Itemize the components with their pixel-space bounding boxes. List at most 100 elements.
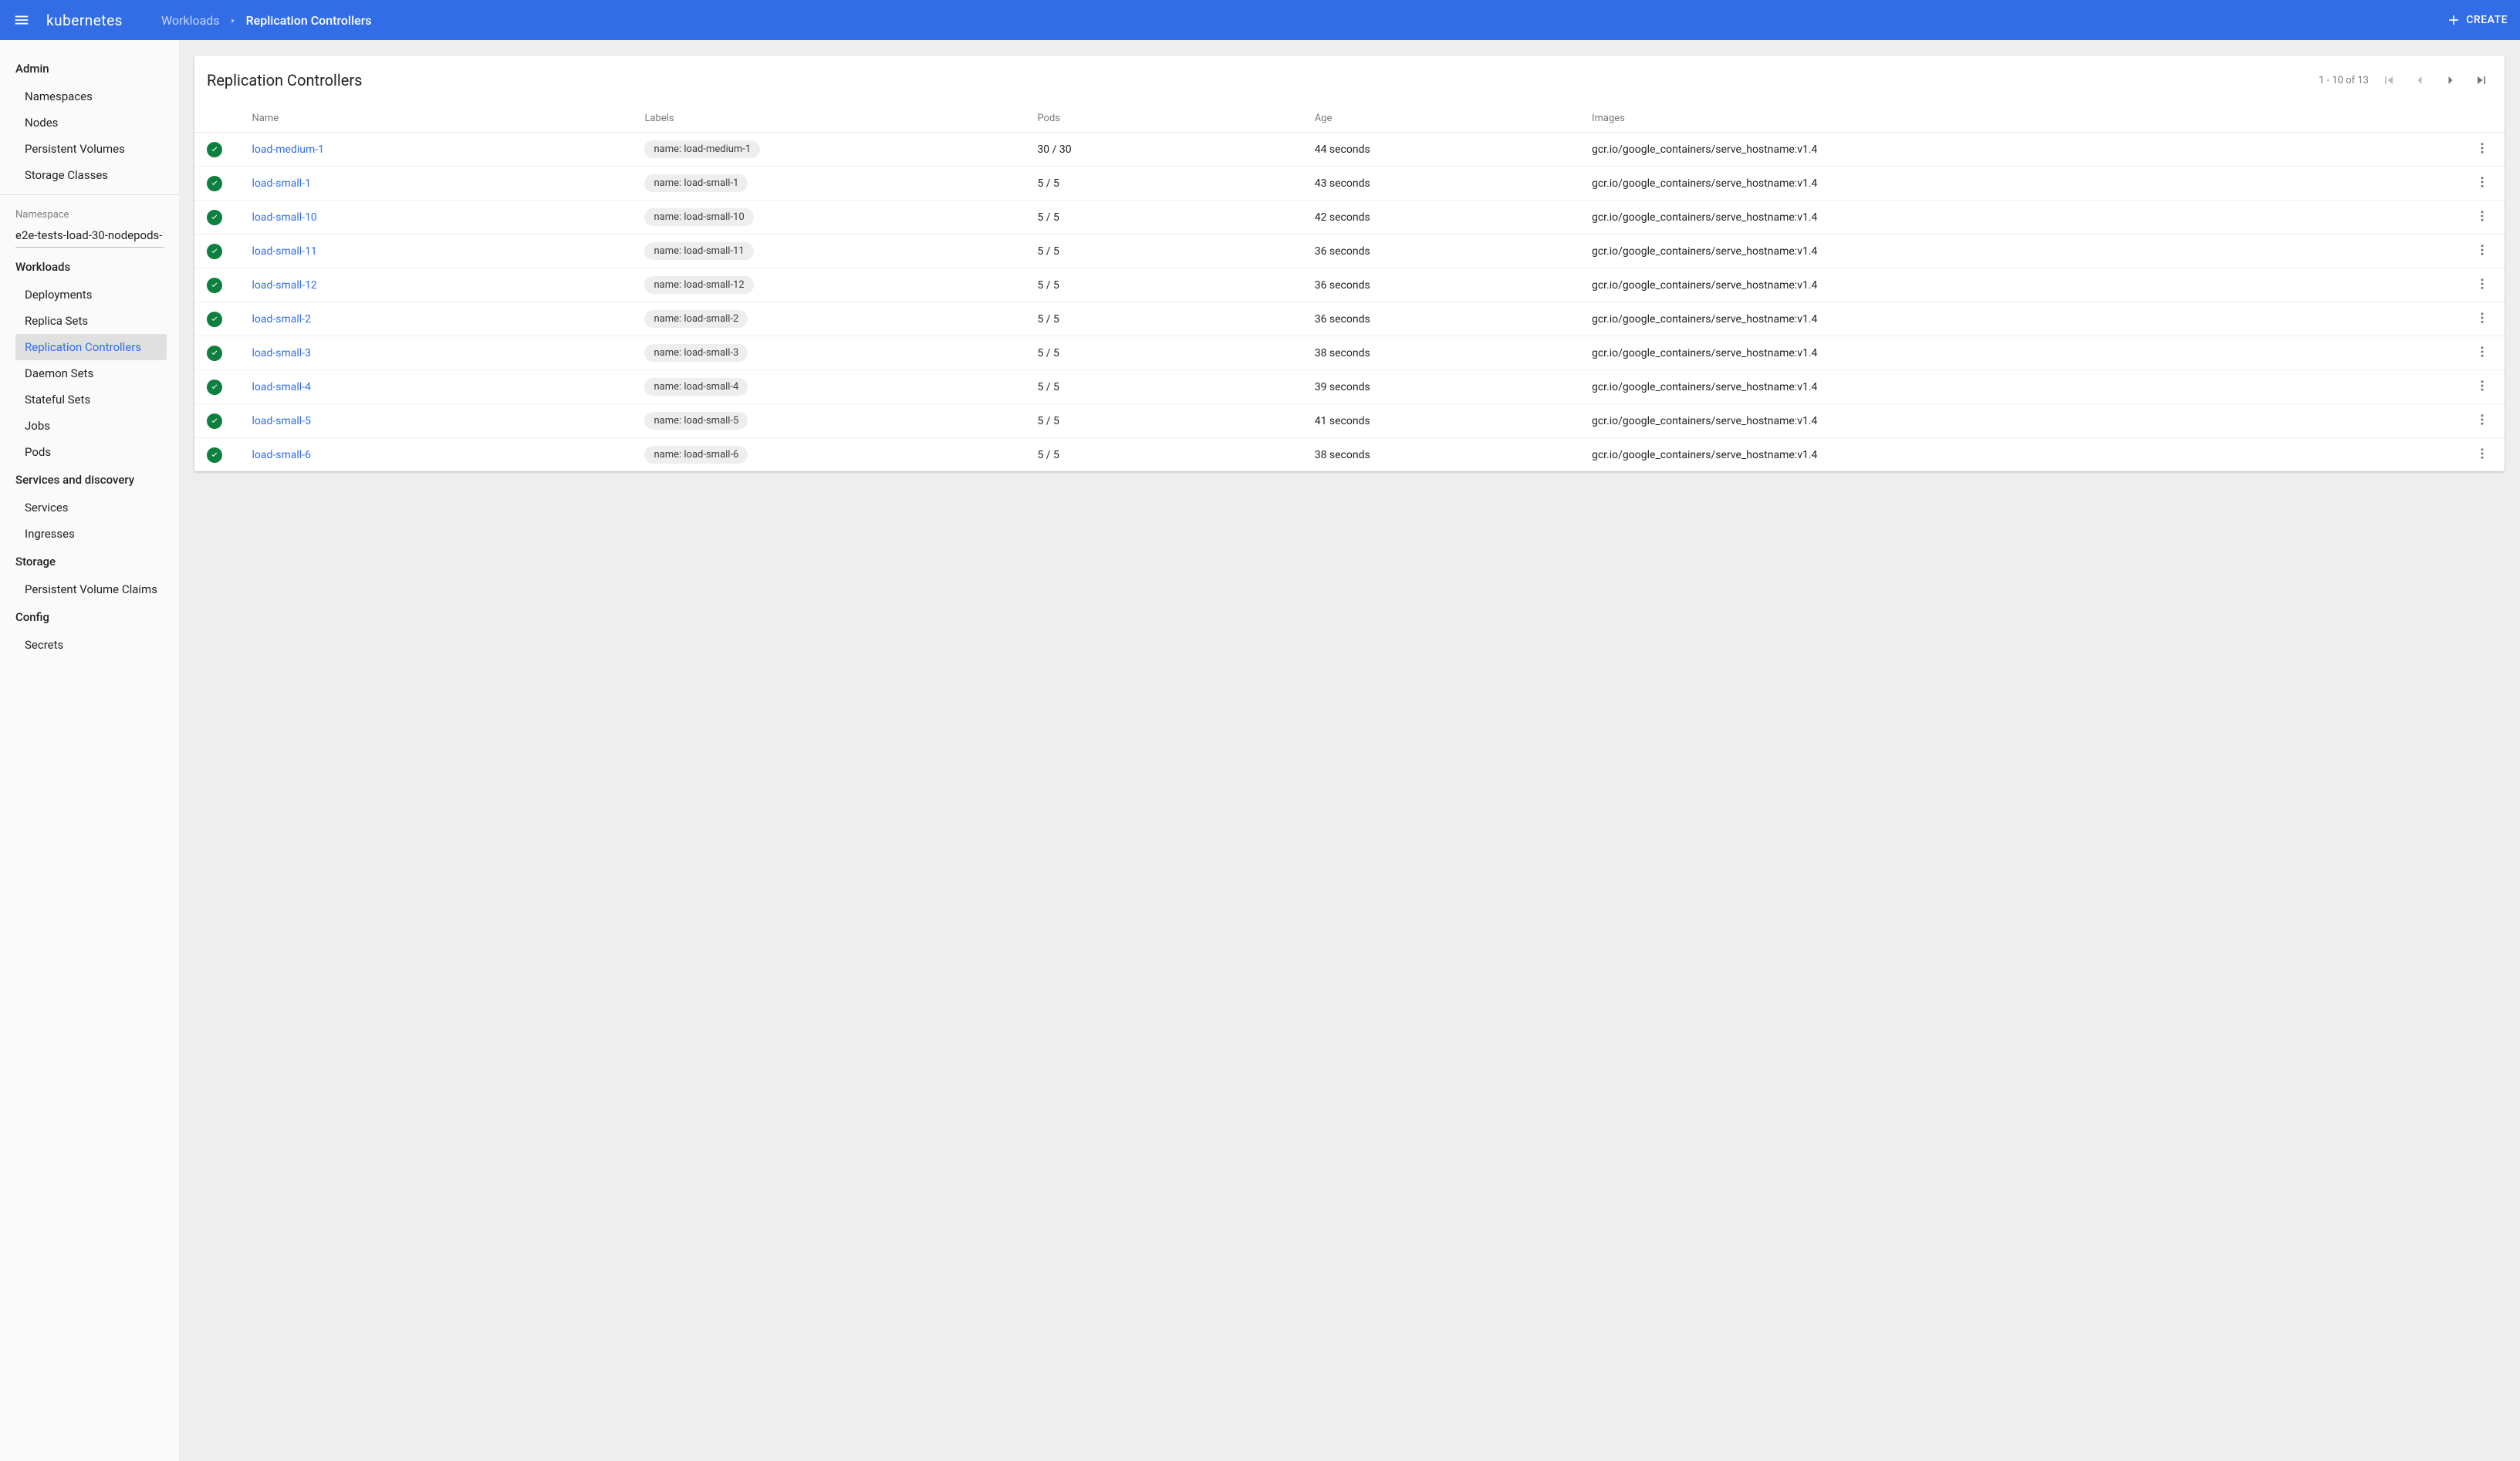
label-chip[interactable]: name: load-medium-1 (644, 140, 760, 158)
resource-table: Name Labels Pods Age Images load-medium-… (194, 105, 2505, 471)
resource-link[interactable]: load-medium-1 (252, 143, 325, 156)
sidebar-item-deployments[interactable]: Deployments (0, 282, 179, 308)
cell-labels: name: load-small-5 (635, 404, 1028, 438)
more-vert-icon (2475, 243, 2489, 257)
label-chip[interactable]: name: load-small-10 (644, 208, 753, 226)
resource-link[interactable]: load-small-12 (252, 279, 317, 292)
sidebar-item-pvc[interactable]: Persistent Volume Claims (0, 576, 179, 602)
table-row: load-small-11name: load-small-115 / 536 … (194, 235, 2505, 268)
label-chip[interactable]: name: load-small-3 (644, 344, 748, 362)
col-name[interactable]: Name (243, 105, 636, 133)
create-button[interactable]: CREATE (2446, 12, 2508, 28)
label-chip[interactable]: name: load-small-12 (644, 276, 753, 294)
breadcrumb-current: Replication Controllers (246, 13, 372, 28)
row-menu-button[interactable] (2475, 243, 2489, 257)
app-header: kubernetes Workloads Replication Control… (0, 0, 2520, 40)
pagination-last-button[interactable] (2471, 69, 2492, 91)
resource-link[interactable]: load-small-10 (252, 211, 317, 224)
main-content: Replication Controllers 1 - 10 of 13 (179, 40, 2520, 1461)
sidebar-item-daemon-sets[interactable]: Daemon Sets (0, 360, 179, 386)
row-menu-button[interactable] (2475, 311, 2489, 325)
cell-name: load-small-10 (243, 201, 636, 235)
sidebar-section-admin[interactable]: Admin (0, 54, 179, 83)
resource-link[interactable]: load-small-3 (252, 347, 311, 359)
row-menu-button[interactable] (2475, 141, 2489, 155)
cell-pods: 5 / 5 (1028, 336, 1305, 370)
chevron-right-icon (229, 13, 237, 28)
hamburger-icon (13, 12, 30, 29)
cell-age: 38 seconds (1306, 438, 1583, 472)
sidebar-item-namespaces[interactable]: Namespaces (0, 83, 179, 110)
row-menu-button[interactable] (2475, 345, 2489, 359)
row-menu-button[interactable] (2475, 447, 2489, 461)
row-menu-button[interactable] (2475, 209, 2489, 223)
status-ok-icon (207, 346, 222, 361)
pagination-text: 1 - 10 of 13 (2319, 75, 2369, 86)
sidebar-item-stateful-sets[interactable]: Stateful Sets (0, 386, 179, 413)
plus-icon (2446, 12, 2461, 28)
sidebar-item-secrets[interactable]: Secrets (0, 632, 179, 658)
label-chip[interactable]: name: load-small-11 (644, 242, 753, 260)
sidebar-section-storage[interactable]: Storage (0, 547, 179, 576)
col-labels[interactable]: Labels (635, 105, 1028, 133)
resource-link[interactable]: load-small-2 (252, 313, 311, 326)
sidebar-item-replication-controllers[interactable]: Replication Controllers (15, 334, 167, 360)
sidebar-section-services[interactable]: Services and discovery (0, 465, 179, 494)
logo-text: kubernetes (46, 12, 123, 29)
table-row: load-small-6name: load-small-65 / 538 se… (194, 438, 2505, 472)
cell-name: load-small-5 (243, 404, 636, 438)
status-ok-icon (207, 210, 222, 225)
cell-name: load-small-11 (243, 235, 636, 268)
cell-actions (2461, 438, 2505, 472)
row-menu-button[interactable] (2475, 379, 2489, 393)
cell-images: gcr.io/google_containers/serve_hostname:… (1583, 235, 2461, 268)
sidebar-section-workloads[interactable]: Workloads (0, 252, 179, 282)
resource-card: Replication Controllers 1 - 10 of 13 (194, 56, 2505, 471)
sidebar-item-ingresses[interactable]: Ingresses (0, 521, 179, 547)
sidebar-item-jobs[interactable]: Jobs (0, 413, 179, 439)
row-menu-button[interactable] (2475, 277, 2489, 291)
sidebar-item-services[interactable]: Services (0, 494, 179, 521)
first-page-icon (2381, 73, 2397, 88)
pagination-next-button[interactable] (2440, 69, 2461, 91)
col-pods[interactable]: Pods (1028, 105, 1305, 133)
row-menu-button[interactable] (2475, 413, 2489, 427)
cell-pods: 5 / 5 (1028, 167, 1305, 201)
resource-link[interactable]: load-small-5 (252, 415, 311, 427)
status-ok-icon (207, 447, 222, 463)
sidebar-item-pods[interactable]: Pods (0, 439, 179, 465)
table-row: load-small-2name: load-small-25 / 536 se… (194, 302, 2505, 336)
label-chip[interactable]: name: load-small-6 (644, 446, 748, 464)
sidebar-item-replica-sets[interactable]: Replica Sets (0, 308, 179, 334)
cell-pods: 5 / 5 (1028, 235, 1305, 268)
label-chip[interactable]: name: load-small-4 (644, 378, 748, 396)
more-vert-icon (2475, 175, 2489, 189)
label-chip[interactable]: name: load-small-2 (644, 310, 748, 328)
divider (0, 194, 179, 195)
breadcrumb-parent[interactable]: Workloads (161, 13, 220, 28)
row-menu-button[interactable] (2475, 175, 2489, 189)
pagination-first-button[interactable] (2378, 69, 2400, 91)
cell-images: gcr.io/google_containers/serve_hostname:… (1583, 201, 2461, 235)
label-chip[interactable]: name: load-small-5 (644, 412, 748, 430)
cell-name: load-small-2 (243, 302, 636, 336)
sidebar-item-nodes[interactable]: Nodes (0, 110, 179, 136)
resource-link[interactable]: load-small-11 (252, 245, 317, 258)
resource-link[interactable]: load-small-1 (252, 177, 311, 190)
status-ok-icon (207, 278, 222, 293)
status-cell (194, 235, 243, 268)
sidebar-item-storage-classes[interactable]: Storage Classes (0, 162, 179, 188)
menu-button[interactable] (12, 11, 31, 29)
last-page-icon (2474, 73, 2489, 88)
col-age[interactable]: Age (1306, 105, 1583, 133)
create-label: CREATE (2466, 14, 2508, 26)
label-chip[interactable]: name: load-small-1 (644, 174, 748, 192)
sidebar-section-config[interactable]: Config (0, 602, 179, 632)
resource-link[interactable]: load-small-6 (252, 449, 311, 461)
namespace-select[interactable]: e2e-tests-load-30-nodepods-1-1 (15, 225, 164, 248)
pagination-prev-button[interactable] (2409, 69, 2430, 91)
resource-link[interactable]: load-small-4 (252, 381, 311, 393)
col-images[interactable]: Images (1583, 105, 2461, 133)
sidebar-item-persistent-volumes[interactable]: Persistent Volumes (0, 136, 179, 162)
header-left: kubernetes Workloads Replication Control… (12, 11, 372, 29)
